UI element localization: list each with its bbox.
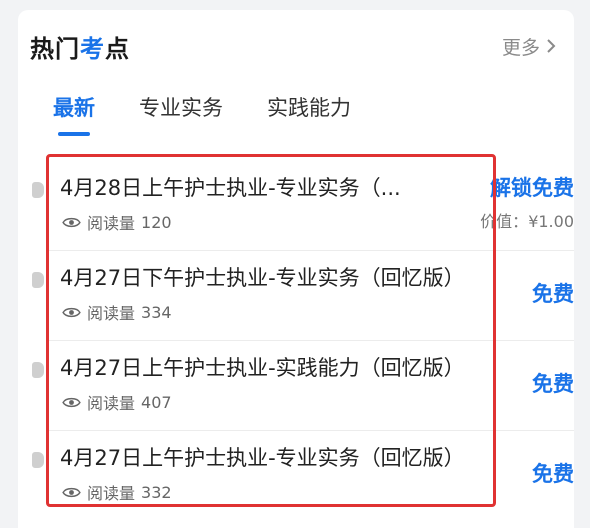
more-link[interactable]: 更多 (502, 33, 560, 60)
list-item[interactable]: 4月27日上午护士执业-专业实务（回忆版） 阅读量 332 免费 (18, 430, 574, 520)
tab-bar: 最新 专业实务 实践能力 (53, 92, 351, 136)
doc-bullet-icon (32, 362, 44, 378)
item-title: 4月27日下午护士执业-专业实务（回忆版） (60, 266, 465, 290)
list-item[interactable]: 4月27日下午护士执业-专业实务（回忆版） 阅读量 334 免费 (18, 250, 574, 340)
card-title: 热门考点 (30, 34, 130, 63)
tab-practical-ability[interactable]: 实践能力 (267, 92, 351, 136)
item-title: 4月28日上午护士执业-专业实务（... (60, 176, 401, 200)
list-item[interactable]: 4月27日上午护士执业-实践能力（回忆版） 阅读量 407 免费 (18, 340, 574, 430)
eye-icon (62, 217, 81, 227)
hot-topics-card: 热门考点 更多 最新 专业实务 实践能力 4月28日上午护士执业-专业实务（..… (18, 10, 574, 528)
read-count: 阅读量 334 (62, 300, 172, 324)
tab-latest[interactable]: 最新 (53, 92, 95, 136)
eye-icon (62, 397, 81, 407)
free-button[interactable]: 免费 (532, 458, 574, 488)
doc-bullet-icon (32, 452, 44, 468)
doc-bullet-icon (32, 272, 44, 288)
read-count: 阅读量 332 (62, 480, 172, 504)
more-label: 更多 (501, 36, 540, 59)
eye-icon (62, 487, 81, 497)
topic-list: 4月28日上午护士执业-专业实务（... 阅读量 120 解锁免费 价值：¥1.… (18, 160, 574, 520)
tab-professional-practice[interactable]: 专业实务 (139, 92, 223, 136)
unlock-free-button[interactable]: 解锁免费 (490, 172, 574, 202)
item-title: 4月27日上午护士执业-实践能力（回忆版） (60, 356, 465, 380)
eye-icon (62, 307, 81, 317)
list-item[interactable]: 4月28日上午护士执业-专业实务（... 阅读量 120 解锁免费 价值：¥1.… (18, 160, 574, 250)
card-header: 热门考点 更多 (30, 28, 560, 64)
item-title: 4月27日上午护士执业-专业实务（回忆版） (60, 446, 465, 470)
read-count: 阅读量 120 (62, 210, 172, 234)
free-button[interactable]: 免费 (532, 278, 574, 308)
free-button[interactable]: 免费 (532, 368, 574, 398)
chevron-right-icon (547, 39, 556, 53)
item-price: 价值：¥1.00 (480, 212, 574, 231)
doc-bullet-icon (32, 182, 44, 198)
read-count: 阅读量 407 (62, 390, 172, 414)
